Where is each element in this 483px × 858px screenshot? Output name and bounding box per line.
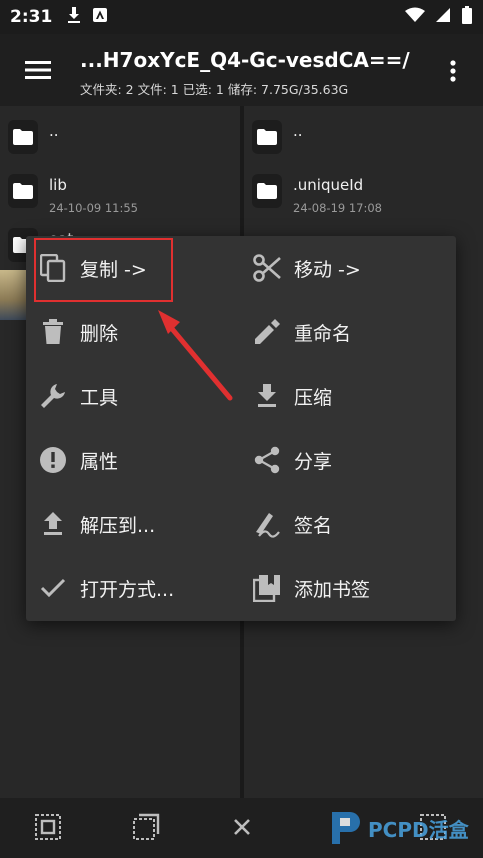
upload-icon — [38, 509, 68, 539]
folder-stats: 文件夹: 2 文件: 1 已选: 1 储存: 7.75G/35.63G — [80, 82, 349, 97]
info-icon — [38, 445, 68, 475]
download-icon — [66, 6, 82, 28]
menu-item-move[interactable]: 移动 -> — [252, 236, 361, 300]
delete-icon — [38, 317, 68, 347]
share-icon — [252, 445, 282, 475]
file-date: 24-08-19 17:08 — [293, 201, 382, 215]
file-name: .. — [49, 122, 59, 140]
page-title: ...H7oxYcE_Q4-Gc-vesdCA==/ — [80, 48, 410, 72]
menu-item-extract-to[interactable]: 解压到... — [38, 492, 155, 556]
list-item[interactable]: .uniqueId 24-08-19 17:08 — [244, 164, 483, 222]
annotation-arrow — [158, 310, 233, 401]
menu-item-open-with[interactable]: 打开方式... — [38, 556, 174, 620]
watermark-text: PCPD活盒 — [368, 817, 469, 842]
hamburger-icon — [25, 61, 51, 79]
bookmark-icon — [252, 573, 282, 603]
folder-icon — [8, 120, 38, 154]
select-all-icon — [35, 814, 61, 840]
select-all-button[interactable] — [33, 812, 63, 842]
file-name: .uniqueId — [293, 176, 364, 194]
watermark-logo-icon — [332, 812, 360, 844]
menu-item-delete[interactable]: 删除 — [38, 300, 118, 364]
list-item[interactable]: .. — [244, 110, 483, 168]
menu-item-add-bookmark[interactable]: 添加书签 — [252, 556, 370, 620]
menu-item-label: 打开方式... — [80, 578, 175, 601]
scissors-icon — [252, 253, 282, 283]
menu-item-rename[interactable]: 重命名 — [252, 300, 351, 364]
download-icon — [252, 381, 282, 411]
highlight-box — [34, 238, 173, 302]
menu-item-sign[interactable]: 签名 — [252, 492, 332, 556]
list-item[interactable]: lib 24-10-09 11:55 — [0, 164, 240, 222]
menu-item-label: 签名 — [294, 514, 333, 537]
status-time: 2:31 — [10, 7, 53, 27]
select-range-button[interactable] — [131, 812, 161, 842]
menu-item-label: 解压到... — [80, 514, 156, 537]
status-bar: 2:31 — [0, 0, 483, 34]
wrench-icon — [38, 381, 68, 411]
watermark: PCPD活盒 — [328, 806, 478, 850]
menu-item-label: 压缩 — [294, 386, 333, 409]
battery-icon — [461, 6, 473, 28]
menu-item-properties[interactable]: 属性 — [38, 428, 118, 492]
menu-button[interactable] — [18, 54, 58, 86]
file-date: 24-10-09 11:55 — [49, 201, 138, 215]
select-range-icon — [133, 813, 160, 840]
file-thumbnail[interactable] — [0, 270, 26, 320]
folder-icon — [8, 174, 38, 208]
app-bar: ...H7oxYcE_Q4-Gc-vesdCA==/ 文件夹: 2 文件: 1 … — [0, 34, 483, 106]
pencil-icon — [252, 317, 282, 347]
folder-icon — [252, 120, 282, 154]
signature-icon — [252, 509, 282, 539]
overflow-menu-button[interactable] — [441, 56, 465, 86]
menu-item-label: 分享 — [294, 450, 333, 473]
close-selection-button[interactable] — [227, 812, 257, 842]
menu-item-label: 工具 — [80, 386, 119, 409]
menu-item-label: 重命名 — [294, 322, 352, 345]
more-vert-icon — [450, 60, 456, 82]
check-icon — [38, 573, 68, 603]
list-item[interactable]: .. — [0, 110, 240, 168]
folder-icon — [252, 174, 282, 208]
menu-item-label: 删除 — [80, 322, 119, 345]
app-notification-icon — [92, 7, 108, 27]
file-name: .. — [293, 122, 303, 140]
wifi-icon — [405, 7, 425, 27]
menu-item-compress[interactable]: 压缩 — [252, 364, 332, 428]
menu-item-label: 添加书签 — [294, 578, 371, 601]
menu-item-label: 移动 -> — [294, 258, 361, 281]
menu-item-share[interactable]: 分享 — [252, 428, 332, 492]
close-icon — [234, 819, 250, 835]
file-name: lib — [49, 176, 67, 194]
menu-item-tools[interactable]: 工具 — [38, 364, 118, 428]
signal-icon — [435, 7, 451, 27]
menu-item-label: 属性 — [80, 450, 119, 473]
